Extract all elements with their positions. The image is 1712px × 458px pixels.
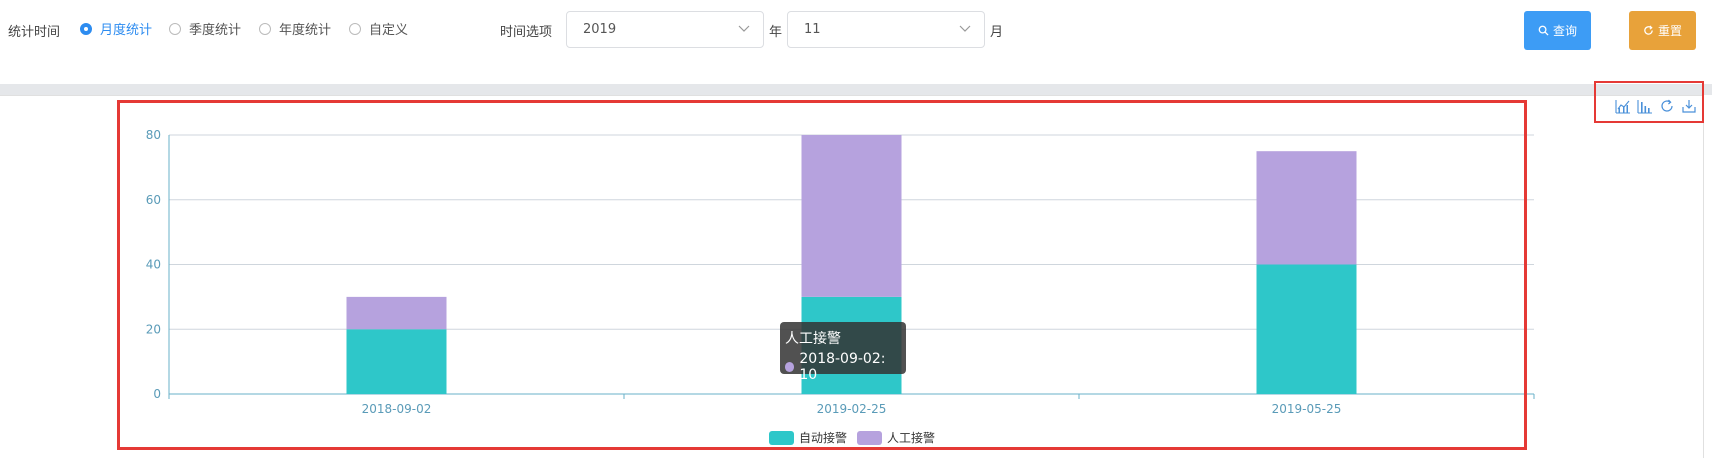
tooltip-text: 2018-09-02: 10 [799, 351, 886, 383]
chart-highlight-frame [117, 100, 1527, 450]
legend-item-auto[interactable]: 自动接警 [769, 429, 847, 446]
tooltip-title: 人工接警 [785, 331, 841, 347]
tooltip-marker-icon [785, 362, 795, 372]
legend-swatch [769, 430, 794, 445]
legend-label: 自动接警 [799, 431, 848, 445]
legend-swatch [857, 430, 883, 445]
chart-tooltip: 人工接警 2018-09-02: 10 [780, 322, 906, 383]
legend-label: 人工接警 [887, 431, 936, 445]
chart-legend: 自动接警 人工接警 [769, 429, 945, 446]
legend-item-manual[interactable]: 人工接警 [857, 429, 935, 446]
